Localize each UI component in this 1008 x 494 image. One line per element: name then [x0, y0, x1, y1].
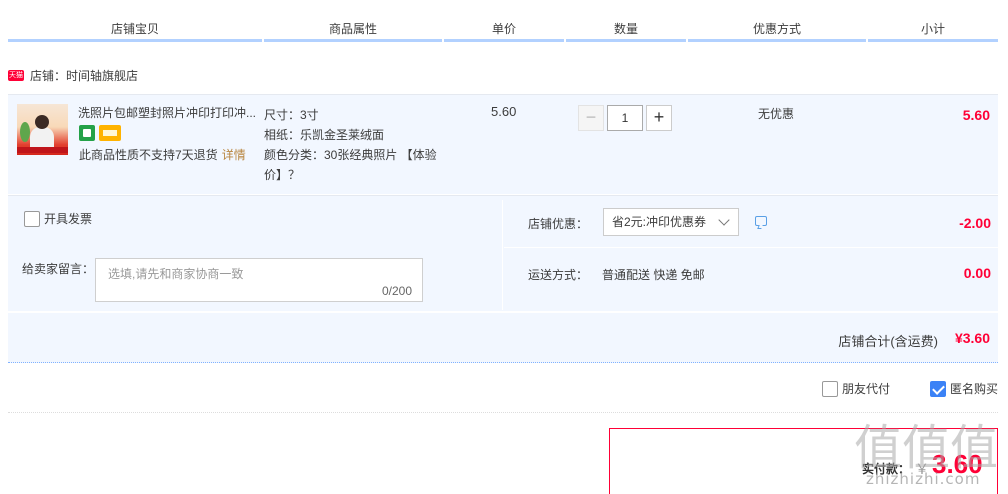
cart-header: 店铺宝贝 商品属性 单价 数量 优惠方式 小计: [8, 18, 998, 42]
service-badges: [79, 125, 121, 141]
invoice-option[interactable]: 开具发票: [24, 210, 92, 227]
thumb-figure-head: [35, 115, 49, 129]
attr-color: 颜色分类：30张经典照片 【体验价】？: [264, 148, 437, 182]
shipping-label: 运送方式：: [528, 268, 589, 282]
attr-paper: 相纸：乐凯金圣莱绒面: [264, 128, 385, 142]
shop-name-link[interactable]: 店铺：时间轴旗舰店: [30, 67, 138, 84]
discount-method: 无优惠: [758, 107, 795, 121]
shipping-amount: 0.00: [963, 265, 991, 281]
friend-pay-checkbox[interactable]: [821, 380, 838, 397]
thumb-banner: [17, 147, 68, 153]
col-subtotal: 小计: [868, 18, 998, 42]
thumb-figure-body: [30, 127, 54, 147]
item-subtotal: 5.60: [962, 107, 990, 123]
product-thumbnail[interactable]: [17, 104, 68, 155]
return-note: 此商品性质不支持7天退货: [79, 148, 218, 162]
unit-price: 5.60: [491, 104, 517, 119]
detail-link[interactable]: 详情: [222, 148, 246, 162]
invoice-label: 开具发票: [44, 212, 93, 226]
divider: [502, 200, 503, 310]
col-unit-price: 单价: [444, 18, 564, 42]
seller-message-input[interactable]: 选填,请先和商家协商一致 0/200: [95, 258, 423, 302]
message-char-count: 0/200: [381, 284, 412, 298]
increase-button[interactable]: +: [646, 105, 672, 131]
attr-size: 尺寸：3寸: [264, 108, 319, 122]
payment-summary: 实付款： ￥ 3.60: [609, 428, 998, 494]
return-policy: 此商品性质不支持7天退货 详情: [79, 146, 246, 164]
anonymous-option[interactable]: 匿名购买: [929, 380, 998, 397]
tmall-icon: 天猫: [8, 69, 24, 81]
chevron-down-icon: [718, 214, 730, 226]
anonymous-label: 匿名购买: [949, 382, 998, 396]
shop-total-row: 店铺合计(含运费) ¥3.60: [8, 312, 998, 363]
col-discount: 优惠方式: [688, 18, 866, 42]
pay-label: 实付款：: [862, 462, 911, 476]
shipping-method: 普通配送 快递 免邮: [602, 268, 705, 282]
pay-currency: ￥: [915, 461, 929, 477]
coupon-amount: -2.00: [959, 215, 991, 231]
message-placeholder: 选填,请先和商家协商一致: [108, 267, 244, 281]
pay-amount: 3.60: [932, 449, 983, 479]
card-payment-icon: [99, 125, 121, 141]
divider: [504, 247, 998, 248]
coupon-select[interactable]: 省2元:冲印优惠券: [603, 208, 739, 236]
product-title-link[interactable]: 洗照片包邮塑封照片冲印打印冲...: [78, 104, 260, 122]
order-item-row: 洗照片包邮塑封照片冲印打印冲... 此商品性质不支持7天退货 详情 尺寸：3寸 相…: [8, 94, 998, 194]
order-options: 开具发票 给卖家留言： 选填,请先和商家协商一致 0/200 店铺优惠： 省2元…: [8, 195, 998, 311]
invoice-checkbox[interactable]: [24, 210, 40, 227]
coupon-label: 店铺优惠：: [528, 217, 589, 231]
shop-total-label: 店铺合计(含运费): [838, 334, 938, 349]
shop-total-amount: ¥3.60: [954, 330, 990, 346]
thumb-leaf: [20, 122, 30, 142]
anonymous-checkbox[interactable]: [929, 380, 946, 397]
divider: [8, 412, 998, 413]
friend-pay-label: 朋友代付: [841, 382, 890, 396]
friend-pay-option[interactable]: 朋友代付: [821, 380, 890, 397]
quantity-input[interactable]: 1: [607, 105, 643, 131]
col-quantity: 数量: [566, 18, 686, 42]
guarantee-icon: [79, 125, 95, 141]
shop-line: 天猫 店铺：时间轴旗舰店: [8, 66, 138, 84]
quantity-stepper: − 1 +: [578, 105, 672, 131]
decrease-button[interactable]: −: [578, 105, 604, 131]
message-label: 给卖家留言：: [22, 262, 95, 276]
coupon-value: 省2元:冲印优惠券: [612, 215, 707, 229]
chat-icon[interactable]: [755, 216, 767, 226]
order-flags: 朋友代付 匿名购买: [821, 380, 998, 397]
product-attributes: 尺寸：3寸 相纸：乐凯金圣莱绒面 颜色分类：30张经典照片 【体验价】？: [264, 105, 450, 185]
col-attributes: 商品属性: [264, 18, 442, 42]
col-shop-item: 店铺宝贝: [8, 18, 262, 42]
